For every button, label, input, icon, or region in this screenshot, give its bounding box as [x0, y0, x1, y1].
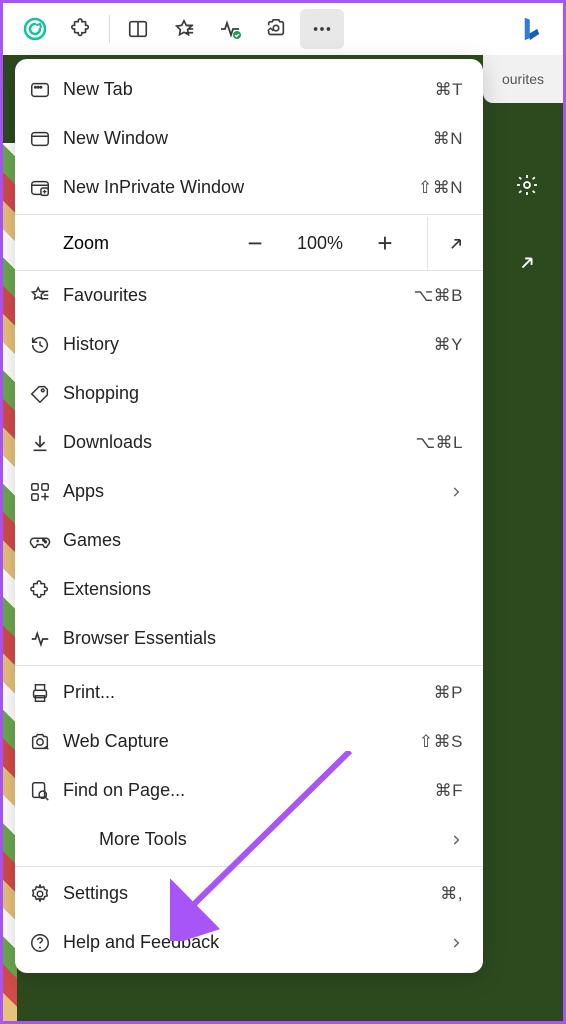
browser-toolbar [3, 3, 563, 55]
menu-item-web-capture[interactable]: Web Capture ⇧⌘S [15, 717, 483, 766]
menu-item-label: Downloads [63, 432, 415, 453]
menu-item-help-feedback[interactable]: Help and Feedback [15, 918, 483, 967]
toolbar-separator [109, 15, 110, 43]
apps-icon [29, 481, 63, 503]
menu-item-label: History [63, 334, 434, 355]
zoom-value: 100% [297, 233, 343, 254]
menu-item-browser-essentials[interactable]: Browser Essentials [15, 614, 483, 663]
history-icon [29, 334, 63, 356]
zoom-out-button[interactable]: − [237, 228, 273, 259]
menu-item-find-on-page[interactable]: Find on Page... ⌘F [15, 766, 483, 815]
menu-item-new-tab[interactable]: New Tab ⌘T [15, 65, 483, 114]
menu-item-label: Help and Feedback [63, 932, 449, 953]
menu-item-label: Web Capture [63, 731, 419, 752]
split-screen-icon[interactable] [116, 9, 160, 49]
menu-item-label: Print... [63, 682, 434, 703]
menu-item-label: Extensions [63, 579, 463, 600]
menu-item-label: New Window [63, 128, 433, 149]
menu-item-label: Settings [63, 883, 440, 904]
settings-and-more-menu: New Tab ⌘T New Window ⌘N New InPrivate W… [15, 59, 483, 973]
fullscreen-button[interactable] [427, 217, 483, 271]
new-window-icon [29, 128, 63, 150]
menu-item-label: New InPrivate Window [63, 177, 418, 198]
menu-item-new-window[interactable]: New Window ⌘N [15, 114, 483, 163]
zoom-in-button[interactable]: + [367, 228, 403, 259]
menu-item-shortcut: ⌘Y [434, 335, 463, 355]
browser-essentials-toolbar-icon[interactable] [208, 9, 252, 49]
menu-item-label: New Tab [63, 79, 435, 100]
bing-icon[interactable] [509, 9, 553, 49]
menu-item-shopping[interactable]: Shopping [15, 369, 483, 418]
shopping-icon [29, 383, 63, 405]
menu-divider [15, 665, 483, 666]
menu-item-shortcut: ⌘P [434, 683, 463, 703]
games-icon [29, 530, 63, 552]
menu-item-label: Favourites [63, 285, 414, 306]
menu-item-label: Games [63, 530, 463, 551]
chevron-right-icon [449, 833, 463, 847]
favourites-toolbar-icon[interactable] [162, 9, 206, 49]
menu-item-shortcut: ⌥⌘B [414, 286, 463, 306]
menu-item-games[interactable]: Games [15, 516, 483, 565]
menu-item-label: Browser Essentials [63, 628, 463, 649]
menu-item-downloads[interactable]: Downloads ⌥⌘L [15, 418, 483, 467]
menu-item-settings[interactable]: Settings ⌘, [15, 869, 483, 918]
gear-icon[interactable] [513, 171, 541, 199]
menu-item-shortcut: ⇧⌘N [418, 178, 463, 198]
camera-icon [29, 731, 63, 753]
chevron-right-icon [449, 936, 463, 950]
more-menu-button[interactable] [300, 9, 344, 49]
menu-item-shortcut: ⇧⌘S [419, 732, 463, 752]
menu-item-shortcut: ⌘N [433, 129, 463, 149]
menu-item-zoom: Zoom − 100% + [15, 217, 483, 271]
menu-item-new-inprivate[interactable]: New InPrivate Window ⇧⌘N [15, 163, 483, 212]
menu-divider [15, 214, 483, 215]
new-tab-icon [29, 79, 63, 101]
menu-item-apps[interactable]: Apps [15, 467, 483, 516]
find-icon [29, 780, 63, 802]
favourites-icon [29, 285, 63, 307]
menu-item-history[interactable]: History ⌘Y [15, 320, 483, 369]
menu-item-shortcut: ⌘, [440, 884, 463, 904]
expand-icon[interactable] [513, 249, 541, 277]
menu-item-label: Find on Page... [63, 780, 435, 801]
menu-item-favourites[interactable]: Favourites ⌥⌘B [15, 271, 483, 320]
chevron-right-icon [449, 485, 463, 499]
menu-item-more-tools[interactable]: More Tools [15, 815, 483, 864]
menu-item-shortcut: ⌥⌘L [415, 433, 463, 453]
sidebar-background-icons [513, 171, 541, 277]
menu-item-shortcut: ⌘T [435, 80, 463, 100]
menu-item-label: Shopping [63, 383, 463, 404]
menu-item-shortcut: ⌘F [435, 781, 463, 801]
menu-divider [15, 866, 483, 867]
menu-item-print[interactable]: Print... ⌘P [15, 668, 483, 717]
print-icon [29, 682, 63, 704]
grammarly-icon[interactable] [13, 9, 57, 49]
heartbeat-icon [29, 628, 63, 650]
gear-icon [29, 883, 63, 905]
menu-item-label: Apps [63, 481, 449, 502]
help-icon [29, 932, 63, 954]
extensions-toolbar-icon[interactable] [59, 9, 103, 49]
favourites-bar-label: ourites [502, 71, 544, 87]
web-capture-toolbar-icon[interactable] [254, 9, 298, 49]
zoom-label: Zoom [15, 233, 185, 254]
extensions-icon [29, 579, 63, 601]
favourites-bar-fragment: ourites [483, 55, 563, 103]
menu-item-extensions[interactable]: Extensions [15, 565, 483, 614]
inprivate-icon [29, 177, 63, 199]
menu-item-label: More Tools [99, 829, 449, 850]
downloads-icon [29, 432, 63, 454]
